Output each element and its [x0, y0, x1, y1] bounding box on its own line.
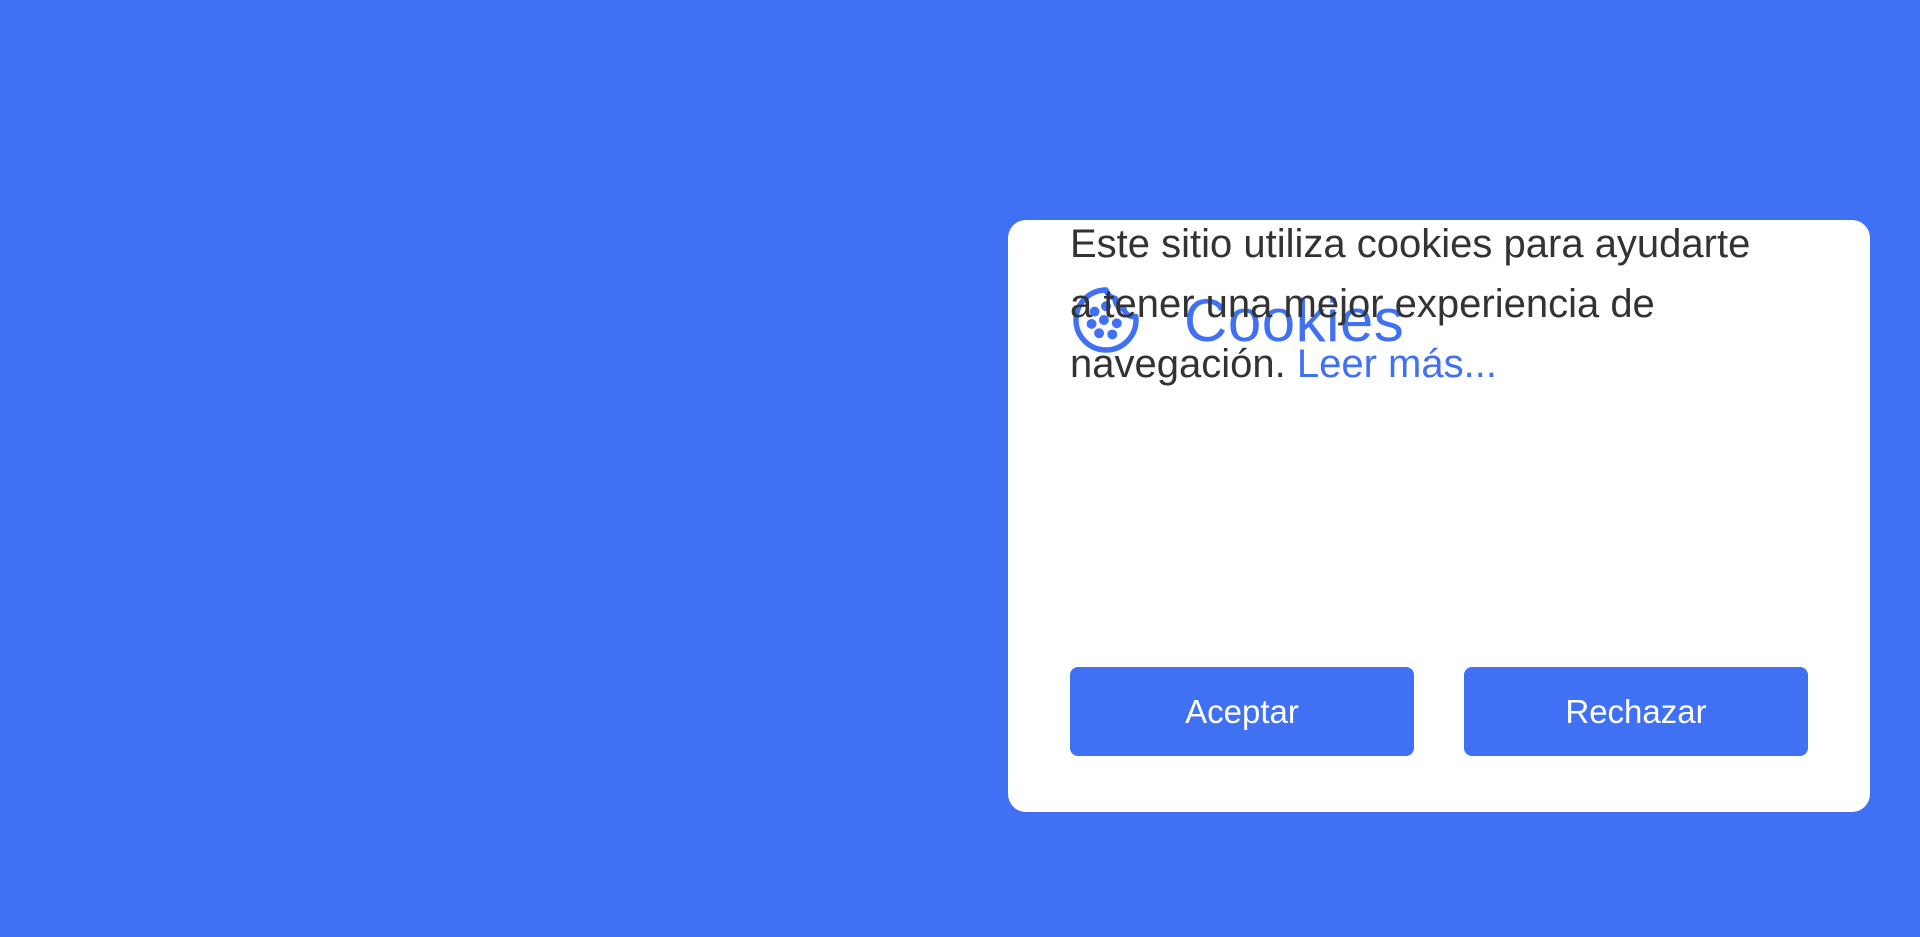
cookie-button-row: Aceptar Rechazar — [1070, 667, 1808, 756]
read-more-link[interactable]: Leer más... — [1297, 342, 1497, 386]
reject-button[interactable]: Rechazar — [1464, 667, 1808, 756]
accept-button[interactable]: Aceptar — [1070, 667, 1414, 756]
cookie-message: Este sitio utiliza cookies para ayudarte… — [1070, 214, 1770, 394]
page-background: Cookies Este sitio utiliza cookies para … — [0, 0, 1920, 937]
cookie-consent-card: Cookies Este sitio utiliza cookies para … — [1008, 220, 1870, 812]
